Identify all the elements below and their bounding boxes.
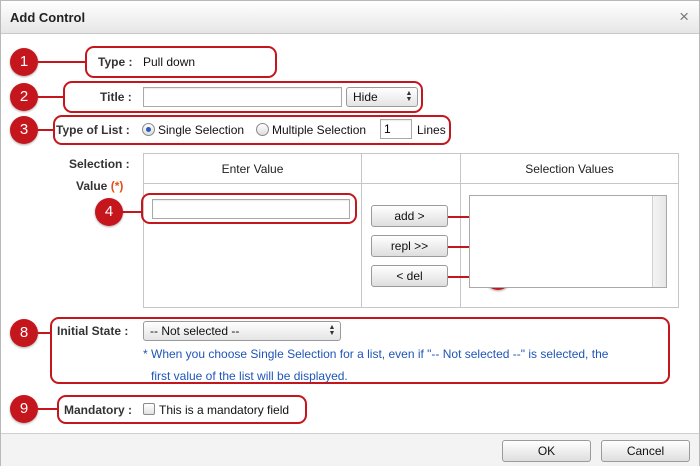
ok-button[interactable]: OK — [502, 440, 591, 462]
selection-value-label: Value (*) — [76, 179, 123, 193]
selection-label: Selection : — [69, 157, 130, 171]
callout-3-connector — [38, 129, 54, 131]
callout-8: 8 — [10, 319, 38, 347]
single-selection-radio[interactable] — [142, 123, 155, 136]
selection-values-scrollbar[interactable] — [652, 196, 666, 287]
callout-2: 2 — [10, 83, 38, 111]
list-type-label: Type of List : — [56, 123, 130, 137]
title-label: Title : — [100, 90, 132, 104]
buttons-header — [361, 153, 461, 184]
type-label: Type : — [98, 55, 133, 69]
selection-values-header: Selection Values — [460, 153, 679, 184]
close-icon[interactable]: × — [679, 8, 689, 25]
selection-value-label-text: Value — [76, 179, 108, 193]
replace-button[interactable]: repl >> — [371, 235, 448, 257]
callout-4: 4 — [95, 198, 123, 226]
mandatory-label: Mandatory : — [64, 403, 133, 417]
lines-input[interactable] — [380, 119, 412, 139]
multiple-selection-label[interactable]: Multiple Selection — [272, 123, 366, 137]
initial-state-value: -- Not selected -- — [150, 324, 240, 338]
cancel-button[interactable]: Cancel — [601, 440, 690, 462]
callout-1: 1 — [10, 48, 38, 76]
callout-2-connector — [38, 96, 64, 98]
single-selection-label[interactable]: Single Selection — [158, 123, 244, 137]
dialog-title: Add Control — [10, 10, 86, 25]
type-value: Pull down — [143, 55, 196, 69]
updown-arrows-icon: ▲ ▼ — [405, 90, 413, 103]
callout-1-connector — [38, 61, 86, 63]
delete-button[interactable]: < del — [371, 265, 448, 287]
title-input[interactable] — [143, 87, 342, 107]
dialog-footer — [1, 433, 699, 466]
selection-values-list[interactable] — [469, 195, 667, 288]
required-mark: (*) — [110, 179, 124, 193]
enter-value-header: Enter Value — [143, 153, 362, 184]
title-visibility-select[interactable]: Hide ▲ ▼ — [346, 87, 418, 107]
callout-9: 9 — [10, 395, 38, 423]
initial-state-note-line1: * When you choose Single Selection for a… — [143, 347, 609, 361]
multiple-selection-radio[interactable] — [256, 123, 269, 136]
lines-label: Lines — [417, 123, 446, 137]
dialog-titlebar: Add Control × — [1, 1, 699, 34]
initial-state-note-line2: first value of the list will be displaye… — [151, 369, 348, 383]
initial-state-select[interactable]: -- Not selected -- ▲ ▼ — [143, 321, 341, 341]
title-visibility-value: Hide — [353, 90, 378, 104]
mandatory-checkbox[interactable] — [143, 403, 155, 415]
enter-value-input[interactable] — [152, 199, 350, 219]
add-button[interactable]: add > — [371, 205, 448, 227]
callout-9-connector — [38, 408, 58, 410]
add-control-dialog: Add Control × 1 Type : Pull down 2 Title… — [0, 0, 700, 466]
callout-3: 3 — [10, 116, 38, 144]
updown-arrows-icon: ▲ ▼ — [328, 324, 336, 337]
callout-4-connector — [121, 211, 143, 213]
mandatory-checkbox-label[interactable]: This is a mandatory field — [159, 403, 289, 417]
initial-state-label: Initial State : — [57, 324, 129, 338]
